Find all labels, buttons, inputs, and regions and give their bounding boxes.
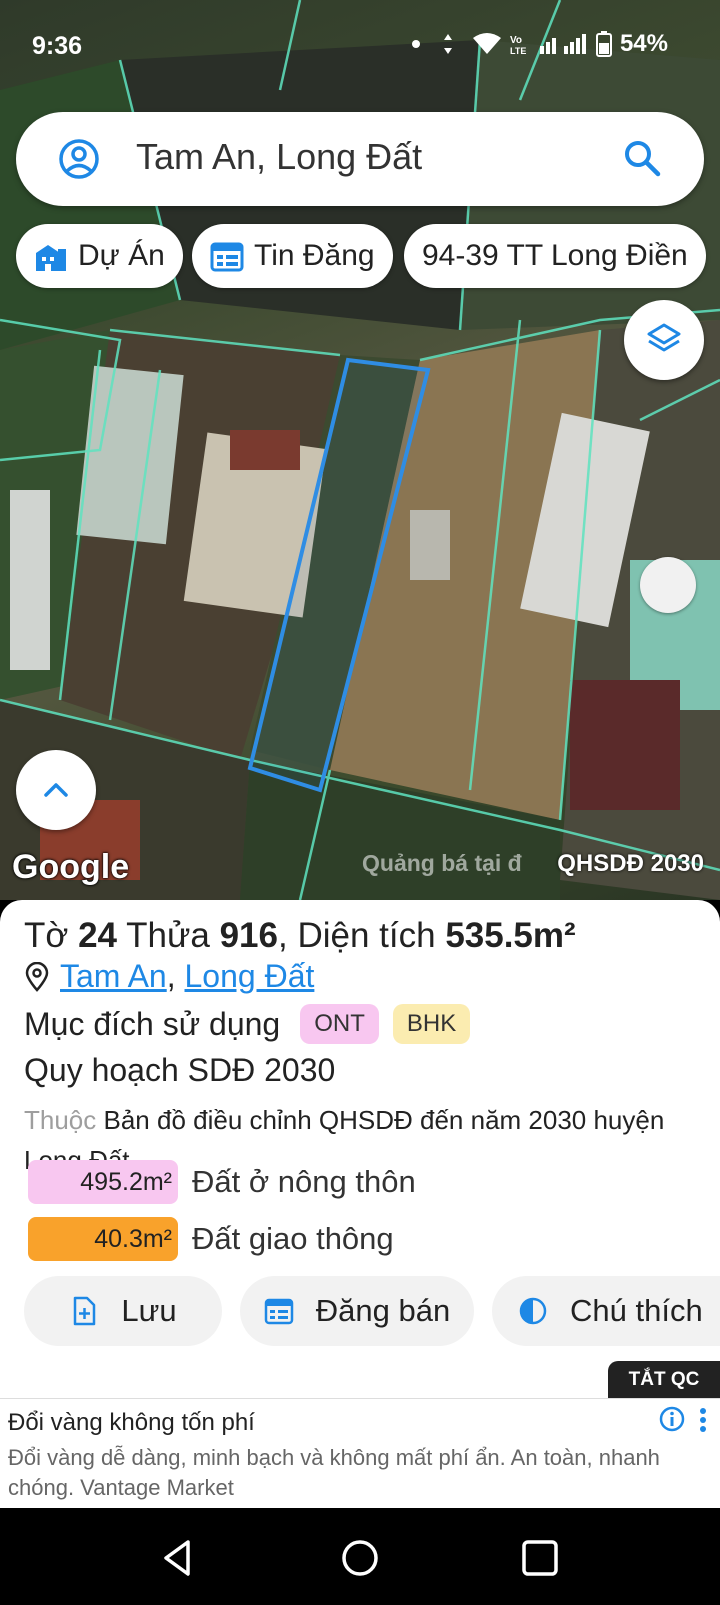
save-label: Lưu: [121, 1293, 177, 1328]
chevron-up-icon: [44, 783, 68, 797]
plot-number: 916: [219, 916, 278, 955]
ad-body[interactable]: Đổi vàng dễ dàng, minh bạch và không mất…: [8, 1443, 668, 1503]
turn-off-ads-button[interactable]: TẮT QC: [608, 1361, 720, 1399]
signal-icon: [539, 34, 586, 54]
land-use-area: 40.3m²: [28, 1217, 178, 1261]
ward-link[interactable]: Tam An: [60, 958, 167, 994]
parcel-title: Tờ 24 Thửa 916, Diện tích 535.5m²: [24, 916, 576, 956]
map-watermark: Quảng bá tại đ: [362, 850, 522, 876]
land-use-label: Đất ở nông thôn: [192, 1164, 416, 1199]
land-use-row: 495.2m² Đất ở nông thôn: [28, 1160, 416, 1204]
sheet-label: Tờ: [24, 916, 69, 955]
expand-panel-button[interactable]: [16, 750, 96, 830]
chip-listings[interactable]: Tin Đăng: [192, 224, 393, 288]
parcel-location: Tam An, Long Đất: [24, 958, 314, 995]
tag-bhk[interactable]: BHK: [392, 1004, 471, 1044]
district-link[interactable]: Long Đất: [185, 958, 315, 994]
tag-ont[interactable]: ONT: [300, 1004, 379, 1044]
recents-icon[interactable]: [520, 1538, 560, 1578]
calendar-icon: [210, 242, 244, 272]
search-query[interactable]: Tam An, Long Đất: [136, 136, 422, 178]
belongs-prefix: Thuộc: [24, 1105, 97, 1135]
back-icon[interactable]: [158, 1538, 198, 1578]
system-nav-bar: [0, 1508, 720, 1605]
plan-title: Quy hoạch SDĐ 2030: [24, 1052, 336, 1088]
purpose-label: Mục đích sử dụng: [24, 1005, 281, 1042]
more-vertical-icon[interactable]: [698, 1407, 708, 1433]
parcel-area: 535.5m²: [445, 916, 576, 955]
svg-text:Vo: Vo: [510, 35, 522, 46]
location-pin-icon: [25, 961, 49, 992]
building-icon: [36, 245, 66, 271]
file-add-icon: [74, 1296, 96, 1326]
status-bar: 9:36 Vo LTE 54%: [0, 0, 720, 96]
legend-label: Chú thích: [570, 1293, 703, 1328]
ad-banner[interactable]: Đổi vàng không tốn phí Đổi vàng dễ dàng,…: [0, 1398, 720, 1508]
post-for-sale-button[interactable]: Đăng bán: [240, 1276, 474, 1346]
post-label: Đăng bán: [315, 1293, 451, 1328]
chip-planning-map-label: 94-39 TT Long Điền: [422, 239, 688, 272]
land-use-label: Đất giao thông: [192, 1221, 394, 1256]
wifi-icon: [472, 33, 501, 54]
land-use-row: 40.3m² Đất giao thông: [28, 1217, 394, 1261]
info-icon[interactable]: [658, 1405, 686, 1433]
account-icon[interactable]: [58, 138, 100, 180]
layers-button[interactable]: [624, 300, 704, 380]
sheet-number: 24: [78, 916, 118, 955]
area-label: , Diện tích: [278, 916, 436, 955]
home-icon[interactable]: [340, 1538, 380, 1578]
chip-projects-label: Dự Án: [78, 239, 165, 272]
data-arrows-icon: [443, 34, 452, 54]
ad-headline[interactable]: Đổi vàng không tốn phí: [8, 1409, 255, 1437]
save-button[interactable]: Lưu: [24, 1276, 222, 1346]
calendar-icon: [264, 1298, 294, 1325]
contrast-icon: [519, 1297, 547, 1325]
chip-planning-map[interactable]: 94-39 TT Long Điền: [404, 224, 706, 288]
battery-icon: [595, 31, 612, 57]
land-use-purpose: Mục đích sử dụng ONT BHK: [24, 1004, 471, 1044]
svg-text:LTE: LTE: [510, 46, 526, 56]
search-icon[interactable]: [622, 138, 662, 178]
status-indicators: Vo LTE 54%: [411, 30, 668, 58]
parcel-info-panel: Tờ 24 Thửa 916, Diện tích 535.5m² Tam An…: [0, 900, 720, 1400]
search-bar[interactable]: Tam An, Long Đất: [16, 112, 704, 206]
notification-dot-icon: [411, 40, 420, 48]
status-time: 9:36: [32, 32, 83, 60]
chip-listings-label: Tin Đăng: [254, 239, 375, 272]
volte-icon: VoLTE: [510, 35, 526, 56]
layers-icon: [647, 323, 681, 352]
satellite-map[interactable]: 9:36 Vo LTE 54% Tam An, Long Đất Dự Án T…: [0, 0, 720, 900]
planning-layer-label: QHSDĐ 2030: [557, 850, 704, 877]
battery-percent: 54%: [619, 30, 668, 57]
chip-projects[interactable]: Dự Án: [16, 224, 183, 288]
plot-label: Thửa: [126, 916, 210, 955]
legend-button[interactable]: Chú thích: [492, 1276, 720, 1346]
google-logo: Google: [12, 848, 130, 886]
land-use-area: 495.2m²: [28, 1160, 178, 1204]
map-handle[interactable]: [640, 557, 696, 613]
